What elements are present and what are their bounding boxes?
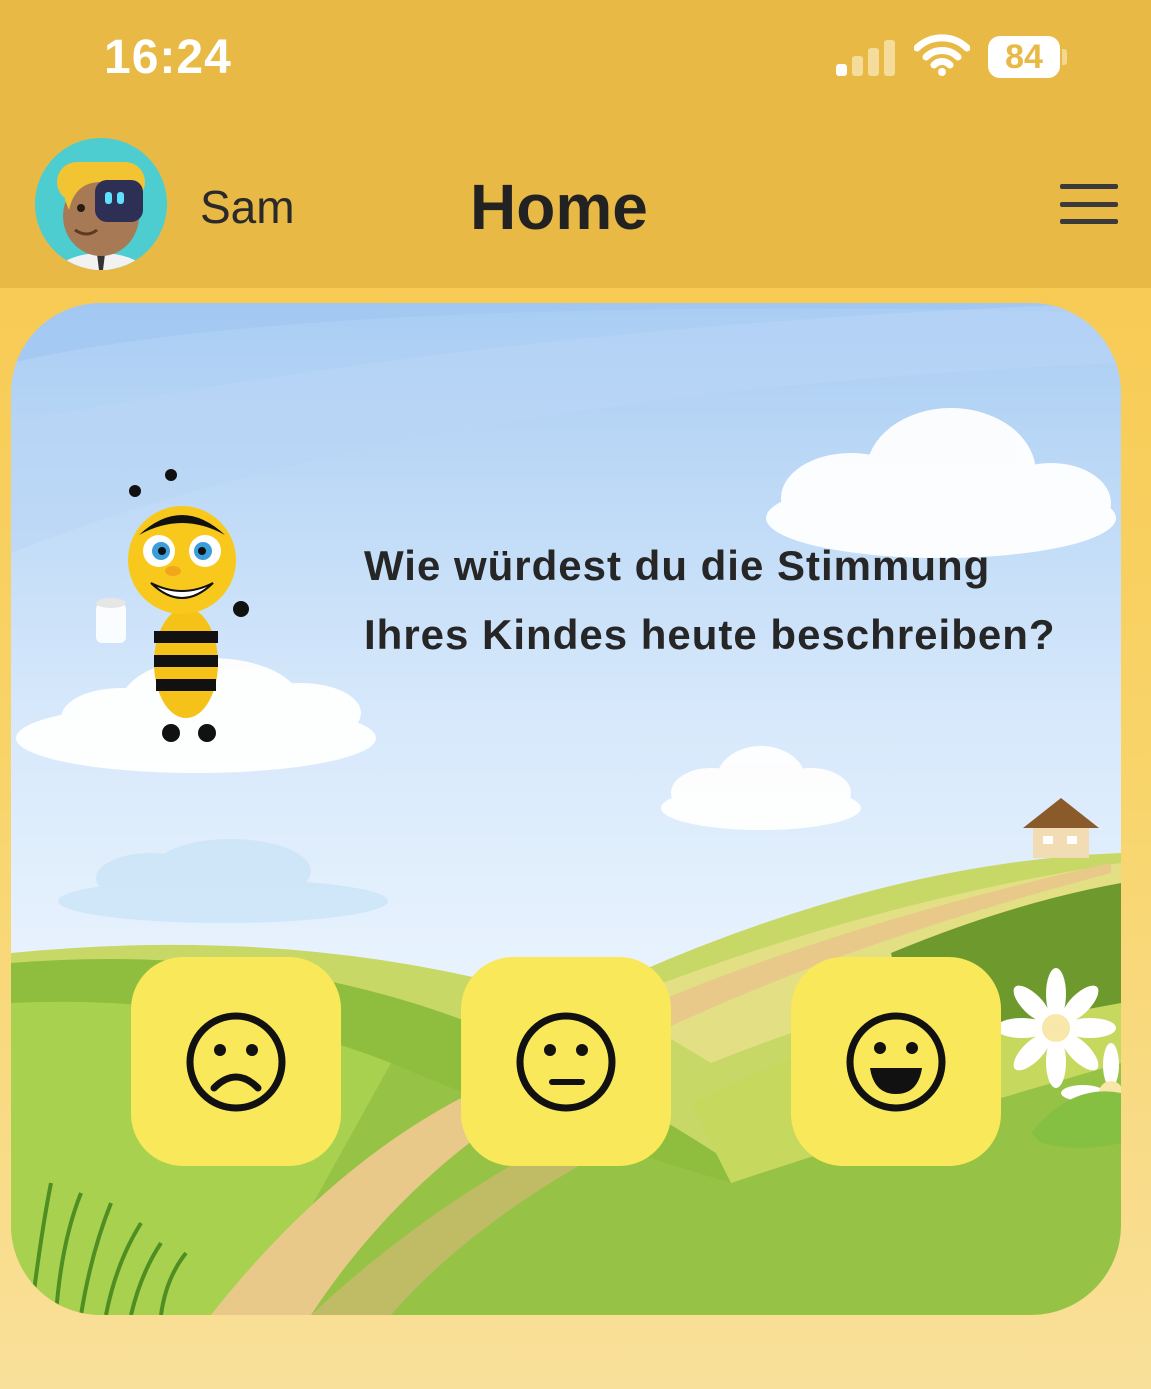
user-name: Sam (200, 181, 295, 233)
mood-question-card: Wie würdest du die Stimmung Ihres Kindes… (11, 303, 1121, 1315)
hamburger-menu-icon[interactable] (1060, 184, 1118, 224)
mood-question: Wie würdest du die Stimmung Ihres Kindes… (364, 542, 1056, 658)
house (1023, 798, 1099, 858)
happy-face-icon (846, 1012, 946, 1111)
app-header: 16:24 84 Sam Home (0, 0, 1151, 288)
cellular-signal-icon (836, 40, 896, 76)
page-title: Home (470, 171, 648, 243)
mood-neutral-button[interactable] (461, 957, 671, 1166)
battery-level: 84 (988, 36, 1060, 78)
user-avatar[interactable] (35, 138, 167, 270)
wifi-icon (914, 34, 970, 76)
battery-icon: 84 (988, 36, 1067, 78)
neutral-face-icon (516, 1012, 616, 1111)
sad-face-icon (186, 1012, 286, 1111)
mood-sad-button[interactable] (131, 957, 341, 1166)
mood-happy-button[interactable] (791, 957, 1001, 1166)
status-time: 16:24 (104, 31, 232, 84)
